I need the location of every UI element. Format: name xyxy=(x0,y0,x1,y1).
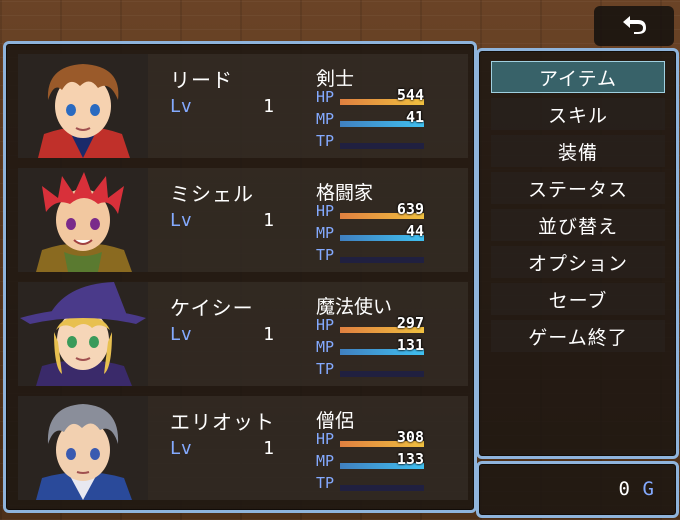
hp-gauge: HP 544 xyxy=(316,86,424,108)
level-value: 1 xyxy=(263,210,274,231)
mp-value: 41 xyxy=(405,108,424,126)
actor-name: ケイシー xyxy=(170,296,254,320)
actor-class: 僧侶 xyxy=(316,410,355,432)
tp-label: TP xyxy=(316,360,335,378)
tp-label: TP xyxy=(316,132,335,150)
mp-label: MP xyxy=(316,452,335,470)
actor-class: 魔法使い xyxy=(316,296,393,318)
mp-label: MP xyxy=(316,338,335,356)
command-formation[interactable]: 並び替え xyxy=(491,209,665,241)
actor-row-elliot[interactable]: エリオット Lv 1 僧侶 HP 308 MP 133 TP xyxy=(18,396,468,500)
mp-label: MP xyxy=(316,110,335,128)
mp-gauge: MP 133 xyxy=(316,450,424,472)
hp-label: HP xyxy=(316,430,335,448)
command-status[interactable]: ステータス xyxy=(491,172,665,204)
command-item[interactable]: アイテム xyxy=(491,61,665,93)
tp-gauge: TP xyxy=(316,360,424,380)
mp-gauge: MP 44 xyxy=(316,222,424,244)
tp-gauge: TP xyxy=(316,474,424,494)
level-value: 1 xyxy=(263,438,274,459)
hp-gauge: HP 297 xyxy=(316,314,424,336)
level-value: 1 xyxy=(263,96,274,117)
actor-class: 格闘家 xyxy=(316,182,374,204)
command-options[interactable]: オプション xyxy=(491,246,665,278)
actor-name: エリオット xyxy=(170,410,275,434)
gold-unit: G xyxy=(642,478,654,500)
actor-row-casey[interactable]: ケイシー Lv 1 魔法使い HP 297 MP 131 TP xyxy=(18,282,468,386)
actor-row-reid[interactable]: リード Lv 1 剣士 HP 544 MP 41 TP xyxy=(18,54,468,158)
actor-face-reid xyxy=(18,54,148,158)
mp-label: MP xyxy=(316,224,335,242)
actor-class: 剣士 xyxy=(316,68,355,90)
gold-value: 0 xyxy=(618,478,630,500)
mp-value: 44 xyxy=(405,222,424,240)
actor-name: ミシェル xyxy=(170,182,254,206)
level-value: 1 xyxy=(263,324,274,345)
command-skill[interactable]: スキル xyxy=(491,98,665,130)
actor-row-michelle[interactable]: ミシェル Lv 1 格闘家 HP 639 MP 44 TP xyxy=(18,168,468,272)
actor-face-casey xyxy=(18,282,148,386)
actor-face-elliot xyxy=(18,396,148,500)
tp-label: TP xyxy=(316,474,335,492)
tp-label: TP xyxy=(316,246,335,264)
hp-label: HP xyxy=(316,88,335,106)
level-label: Lv xyxy=(170,438,192,459)
gold-window: 0 G xyxy=(476,461,679,518)
level-label: Lv xyxy=(170,96,192,117)
command-save[interactable]: セーブ xyxy=(491,283,665,315)
back-button[interactable] xyxy=(594,6,674,46)
hp-gauge: HP 308 xyxy=(316,428,424,450)
tp-gauge: TP xyxy=(316,132,424,152)
level-label: Lv xyxy=(170,210,192,231)
mp-value: 133 xyxy=(396,450,424,468)
party-status-window: リード Lv 1 剣士 HP 544 MP 41 TP ミシェル Lv 1 格闘… xyxy=(3,41,477,513)
actor-name: リード xyxy=(170,68,233,92)
hp-value: 308 xyxy=(396,428,424,446)
hp-label: HP xyxy=(316,316,335,334)
level-label: Lv xyxy=(170,324,192,345)
hp-value: 639 xyxy=(396,200,424,218)
hp-value: 544 xyxy=(396,86,424,104)
command-equip[interactable]: 装備 xyxy=(491,135,665,167)
mp-gauge: MP 41 xyxy=(316,108,424,130)
mp-value: 131 xyxy=(396,336,424,354)
main-menu-command-window: アイテム スキル 装備 ステータス 並び替え オプション セーブ ゲーム終了 xyxy=(476,48,679,459)
hp-label: HP xyxy=(316,202,335,220)
command-game-end[interactable]: ゲーム終了 xyxy=(491,320,665,352)
hp-gauge: HP 639 xyxy=(316,200,424,222)
mp-gauge: MP 131 xyxy=(316,336,424,358)
actor-face-michelle xyxy=(18,168,148,272)
hp-value: 297 xyxy=(396,314,424,332)
return-arrow-icon xyxy=(620,13,648,39)
tp-gauge: TP xyxy=(316,246,424,266)
